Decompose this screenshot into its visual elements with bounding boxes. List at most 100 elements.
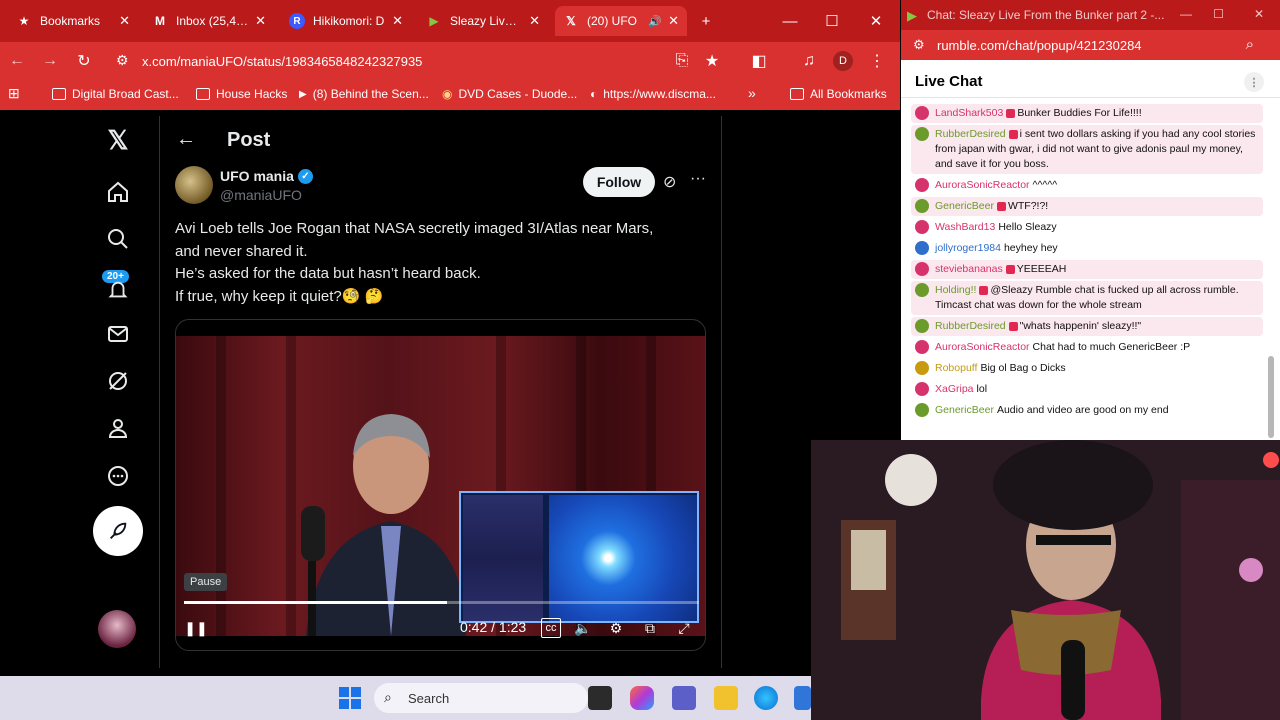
chat-username[interactable]: GenericBeer <box>935 404 994 416</box>
tab-x-post[interactable]: 𝕏 (20) UFO 🔊 ✕ <box>555 6 687 36</box>
tab-hikikomori[interactable]: R Hikikomori: D ✕ <box>281 6 411 36</box>
bookmark-item[interactable]: House Hacks <box>196 87 287 101</box>
video-progress-bar[interactable] <box>184 601 699 604</box>
all-bookmarks[interactable]: All Bookmarks <box>790 87 887 101</box>
close-icon[interactable]: ✕ <box>119 13 130 29</box>
task-view-icon[interactable] <box>588 686 612 710</box>
copilot-icon[interactable] <box>630 686 654 710</box>
profile-icon[interactable] <box>100 410 136 446</box>
zoom-icon[interactable]: ⌕ <box>1246 36 1254 53</box>
user-avatar[interactable] <box>915 361 929 375</box>
tab-rumble[interactable]: ▶ Sleazy Live Fr ✕ <box>418 6 548 36</box>
store-icon[interactable] <box>794 686 811 710</box>
chat-message[interactable]: WashBard13 Hello Sleazy <box>911 218 1263 237</box>
chat-username[interactable]: AuroraSonicReactor <box>935 341 1030 353</box>
chat-username[interactable]: GenericBeer <box>935 200 994 212</box>
user-avatar[interactable] <box>915 340 929 354</box>
chat-username[interactable]: AuroraSonicReactor <box>935 179 1030 191</box>
chat-username[interactable]: RubberDesired <box>935 128 1006 140</box>
site-info-icon[interactable]: ⚙ <box>913 37 925 53</box>
chat-username[interactable]: jollyroger1984 <box>935 242 1001 254</box>
x-logo-icon[interactable]: 𝕏 <box>100 122 136 158</box>
account-avatar[interactable] <box>98 610 136 648</box>
chat-message[interactable]: AuroraSonicReactor ^^^^^ <box>911 176 1263 195</box>
star-icon[interactable]: ★ <box>701 50 723 72</box>
volume-icon[interactable]: 🔈 <box>572 618 594 638</box>
messages-icon[interactable] <box>100 316 136 352</box>
media-control-icon[interactable]: ♫ <box>798 50 820 72</box>
edge-icon[interactable] <box>754 686 778 710</box>
chat-message[interactable]: GenericBeer Audio and video are good on m… <box>911 401 1263 420</box>
chat-message[interactable]: RubberDesired "whats happenin' sleazy!!" <box>911 317 1263 336</box>
teams-icon[interactable] <box>672 686 696 710</box>
apps-grid-icon[interactable]: ⊞ <box>8 85 20 102</box>
windows-start-icon[interactable] <box>338 686 362 710</box>
scroll-thumb[interactable] <box>1268 356 1274 438</box>
back-icon[interactable]: ← <box>6 50 28 72</box>
taskbar-search[interactable]: ⌕ Search <box>374 683 588 713</box>
tab-bookmarks[interactable]: ★ Bookmarks ✕ <box>8 6 138 36</box>
grok-icon[interactable] <box>100 363 136 399</box>
file-explorer-icon[interactable] <box>714 686 738 710</box>
chat-message[interactable]: AuroraSonicReactor Chat had to much Gener… <box>911 338 1263 357</box>
chat-username[interactable]: WashBard13 <box>935 221 995 233</box>
more-options-icon[interactable]: ··· <box>690 170 706 188</box>
picture-in-picture-icon[interactable]: ⧉ <box>640 618 660 638</box>
user-avatar[interactable] <box>915 382 929 396</box>
site-info-icon[interactable]: ⚙ <box>116 52 129 69</box>
bookmark-item[interactable]: ◉ DVD Cases - Duode... <box>442 87 577 101</box>
speaker-icon[interactable]: 🔊 <box>648 15 662 28</box>
minimize-button[interactable]: — <box>1180 7 1192 21</box>
chat-username[interactable]: LandShark503 <box>935 107 1003 119</box>
chat-username[interactable]: Robopuff <box>935 362 977 374</box>
follow-button[interactable]: Follow <box>583 167 655 197</box>
chat-message[interactable]: XaGripa lol <box>911 380 1263 399</box>
pause-icon[interactable]: ❚❚ <box>184 618 207 638</box>
bookmark-item[interactable]: ▶ (8) Behind the Scen... <box>299 87 429 101</box>
user-avatar[interactable] <box>915 127 929 141</box>
fullscreen-icon[interactable]: ⤢ <box>674 618 694 638</box>
profile-avatar[interactable]: D <box>832 50 854 72</box>
user-avatar[interactable] <box>915 403 929 417</box>
chat-message-list[interactable]: LandShark503 Bunker Buddies For Life!!!! R… <box>911 104 1263 440</box>
chat-message[interactable]: steviebananas YEEEEAH <box>911 260 1263 279</box>
address-bar[interactable]: ⚙ x.com/maniaUFO/status/1983465848242327… <box>106 47 734 75</box>
chat-address-bar[interactable]: ⚙ rumble.com/chat/popup/421230284 ⌕ <box>901 30 1280 60</box>
maximize-button[interactable]: ☐ <box>1213 7 1224 21</box>
close-window-button[interactable]: ✕ <box>1254 7 1264 21</box>
user-avatar[interactable] <box>915 199 929 213</box>
close-window-button[interactable]: ✕ <box>862 8 890 34</box>
close-icon[interactable]: ✕ <box>255 13 266 29</box>
settings-gear-icon[interactable]: ⚙ <box>606 618 626 638</box>
close-icon[interactable]: ✕ <box>529 13 540 29</box>
bookmark-item[interactable]: Digital Broad Cast... <box>52 87 179 101</box>
chat-message[interactable]: Robopuff Big ol Bag o Dicks <box>911 359 1263 378</box>
google-lens-icon[interactable]: ◧ <box>748 50 770 72</box>
more-bookmarks-button[interactable]: » <box>748 85 756 101</box>
grok-explain-icon[interactable]: ⊘ <box>663 172 676 192</box>
chat-username[interactable]: steviebananas <box>935 263 1003 275</box>
notifications-icon[interactable] <box>100 272 136 308</box>
tab-gmail[interactable]: M Inbox (25,472) ✕ <box>144 6 274 36</box>
home-icon[interactable] <box>100 174 136 210</box>
chat-username[interactable]: Holding!! <box>935 284 976 296</box>
more-icon[interactable] <box>100 458 136 494</box>
install-app-icon[interactable]: ⎘ <box>671 50 693 72</box>
new-tab-button[interactable]: + <box>692 8 720 34</box>
user-avatar[interactable] <box>915 319 929 333</box>
chat-scrollbar[interactable] <box>1268 104 1274 438</box>
chat-username[interactable]: XaGripa <box>935 383 974 395</box>
close-icon[interactable]: ✕ <box>392 13 403 29</box>
chat-message[interactable]: jollyroger1984 heyhey hey <box>911 239 1263 258</box>
user-avatar[interactable] <box>915 220 929 234</box>
minimize-button[interactable]: — <box>776 8 804 34</box>
user-avatar[interactable] <box>915 262 929 276</box>
maximize-button[interactable]: ☐ <box>818 8 846 34</box>
captions-icon[interactable]: cc <box>541 618 561 638</box>
chat-message[interactable]: Holding!! @Sleazy Rumble chat is fucked u… <box>911 281 1263 315</box>
menu-icon[interactable]: ⋮ <box>866 50 888 72</box>
reload-icon[interactable]: ↻ <box>73 50 95 72</box>
explore-icon[interactable] <box>100 221 136 257</box>
forward-icon[interactable]: → <box>39 50 61 72</box>
bookmark-item[interactable]: ◐ https://www.discma... <box>590 87 716 101</box>
